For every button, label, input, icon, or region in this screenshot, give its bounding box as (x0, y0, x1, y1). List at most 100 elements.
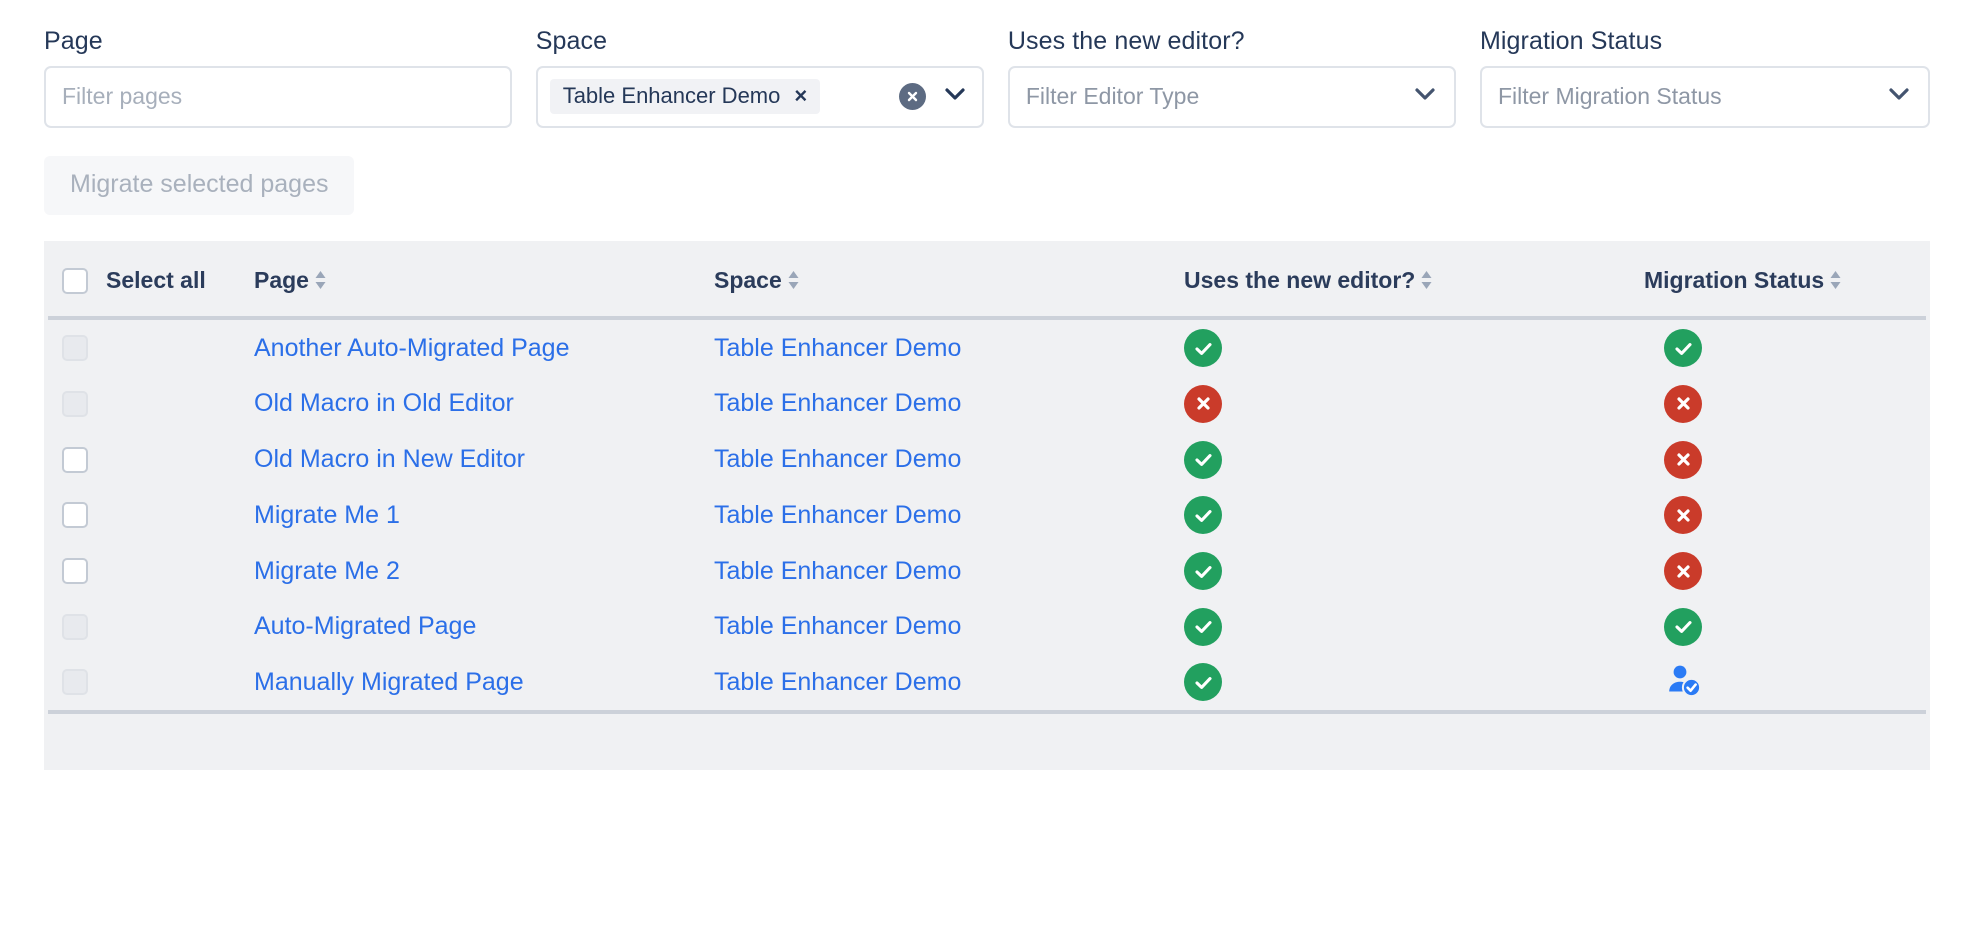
pages-table-container: Select all Page (44, 241, 1930, 771)
row-migration-cell (1644, 376, 1930, 432)
filter-bar: Page Filter pages Space Table Enhancer D… (0, 0, 1974, 128)
page-link[interactable]: Auto-Migrated Page (254, 612, 476, 640)
row-editor-cell (1184, 543, 1644, 599)
sort-icon[interactable] (787, 269, 800, 291)
page-link[interactable]: Manually Migrated Page (254, 668, 524, 696)
chevron-down-icon[interactable] (1414, 87, 1436, 106)
space-multiselect[interactable]: Table Enhancer Demo × (536, 66, 984, 128)
migration-status-person-check-icon (1664, 660, 1704, 700)
sort-icon[interactable] (314, 269, 327, 291)
page-link[interactable]: Migrate Me 1 (254, 501, 400, 529)
row-spacer-cell (106, 432, 254, 488)
migrate-selected-pages-button[interactable]: Migrate selected pages (44, 156, 354, 215)
row-checkbox-cell (44, 432, 106, 488)
row-page-cell: Manually Migrated Page (254, 655, 714, 711)
migration-status-select[interactable]: Filter Migration Status (1480, 66, 1930, 128)
row-space-cell: Table Enhancer Demo (714, 487, 1184, 543)
row-select-checkbox[interactable] (62, 502, 88, 528)
row-spacer-cell (106, 655, 254, 711)
chevron-down-icon[interactable] (944, 87, 966, 106)
table-row: Auto-Migrated Page Table Enhancer Demo (44, 599, 1930, 655)
space-link[interactable]: Table Enhancer Demo (714, 334, 961, 362)
page-migration-screen: Page Filter pages Space Table Enhancer D… (0, 0, 1974, 928)
page-link[interactable]: Old Macro in New Editor (254, 445, 525, 473)
editor-status-error-icon (1184, 385, 1222, 423)
editor-status-success-icon (1184, 552, 1222, 590)
row-spacer-cell (106, 487, 254, 543)
column-header-migration-label: Migration Status (1644, 267, 1824, 294)
editor-status-success-icon (1184, 496, 1222, 534)
table-header-row: Select all Page (44, 241, 1930, 317)
page-link[interactable]: Another Auto-Migrated Page (254, 334, 569, 362)
row-editor-cell (1184, 599, 1644, 655)
space-filter-label: Space (536, 28, 984, 56)
sort-icon[interactable] (1829, 269, 1842, 291)
table-row: Another Auto-Migrated Page Table Enhancer… (44, 320, 1930, 376)
filter-group-space: Space Table Enhancer Demo × (536, 28, 984, 128)
table-body: Another Auto-Migrated Page Table Enhancer… (44, 320, 1930, 710)
space-link[interactable]: Table Enhancer Demo (714, 389, 961, 417)
row-space-cell: Table Enhancer Demo (714, 655, 1184, 711)
table-head: Select all Page (44, 241, 1930, 321)
space-link[interactable]: Table Enhancer Demo (714, 557, 961, 585)
page-filter-label: Page (44, 28, 512, 56)
filter-group-editor: Uses the new editor? Filter Editor Type (1008, 28, 1456, 128)
row-page-cell: Old Macro in New Editor (254, 432, 714, 488)
clear-circle-icon[interactable] (899, 83, 926, 110)
row-checkbox-cell (44, 487, 106, 543)
row-migration-cell (1644, 543, 1930, 599)
row-select-checkbox[interactable] (62, 447, 88, 473)
row-spacer-cell (106, 320, 254, 376)
page-filter-placeholder: Filter pages (62, 83, 182, 110)
row-space-cell: Table Enhancer Demo (714, 376, 1184, 432)
row-migration-cell (1644, 599, 1930, 655)
select-all-checkbox[interactable] (62, 268, 88, 294)
migration-status-success-icon (1664, 329, 1702, 367)
select-all-label: Select all (106, 267, 206, 294)
column-header-page[interactable]: Page (254, 241, 714, 317)
space-link[interactable]: Table Enhancer Demo (714, 612, 961, 640)
column-header-space[interactable]: Space (714, 241, 1184, 317)
page-filter-input-wrap[interactable]: Filter pages (44, 66, 512, 128)
row-migration-cell (1644, 432, 1930, 488)
column-header-migration[interactable]: Migration Status (1644, 241, 1930, 317)
migration-status-error-icon (1664, 496, 1702, 534)
row-spacer-cell (106, 376, 254, 432)
row-checkbox-cell (44, 599, 106, 655)
space-link[interactable]: Table Enhancer Demo (714, 668, 961, 696)
row-editor-cell (1184, 320, 1644, 376)
editor-type-select[interactable]: Filter Editor Type (1008, 66, 1456, 128)
row-select-checkbox (62, 335, 88, 361)
editor-status-success-icon (1184, 663, 1222, 701)
space-chip-remove-icon[interactable]: × (794, 85, 807, 107)
row-spacer-cell (106, 599, 254, 655)
space-link[interactable]: Table Enhancer Demo (714, 445, 961, 473)
row-migration-cell (1644, 655, 1930, 711)
row-editor-cell (1184, 376, 1644, 432)
space-chip[interactable]: Table Enhancer Demo × (550, 79, 821, 114)
filter-group-page: Page Filter pages (44, 28, 512, 128)
row-space-cell: Table Enhancer Demo (714, 599, 1184, 655)
editor-filter-label: Uses the new editor? (1008, 28, 1456, 56)
row-space-cell: Table Enhancer Demo (714, 320, 1184, 376)
column-header-editor[interactable]: Uses the new editor? (1184, 241, 1644, 317)
row-select-checkbox[interactable] (62, 558, 88, 584)
editor-status-success-icon (1184, 608, 1222, 646)
row-editor-cell (1184, 487, 1644, 543)
table-row: Old Macro in New Editor Table Enhancer De… (44, 432, 1930, 488)
page-link[interactable]: Migrate Me 2 (254, 557, 400, 585)
migration-filter-label: Migration Status (1480, 28, 1930, 56)
table-foot (44, 710, 1930, 770)
row-select-checkbox (62, 614, 88, 640)
migration-status-error-icon (1664, 552, 1702, 590)
space-link[interactable]: Table Enhancer Demo (714, 501, 961, 529)
table-row: Old Macro in Old Editor Table Enhancer De… (44, 376, 1930, 432)
column-header-space-label: Space (714, 267, 782, 294)
row-editor-cell (1184, 432, 1644, 488)
chevron-down-icon[interactable] (1888, 87, 1910, 106)
sort-icon[interactable] (1420, 269, 1433, 291)
page-link[interactable]: Old Macro in Old Editor (254, 389, 514, 417)
filter-group-migration: Migration Status Filter Migration Status (1480, 28, 1930, 128)
row-checkbox-cell (44, 376, 106, 432)
editor-status-success-icon (1184, 329, 1222, 367)
